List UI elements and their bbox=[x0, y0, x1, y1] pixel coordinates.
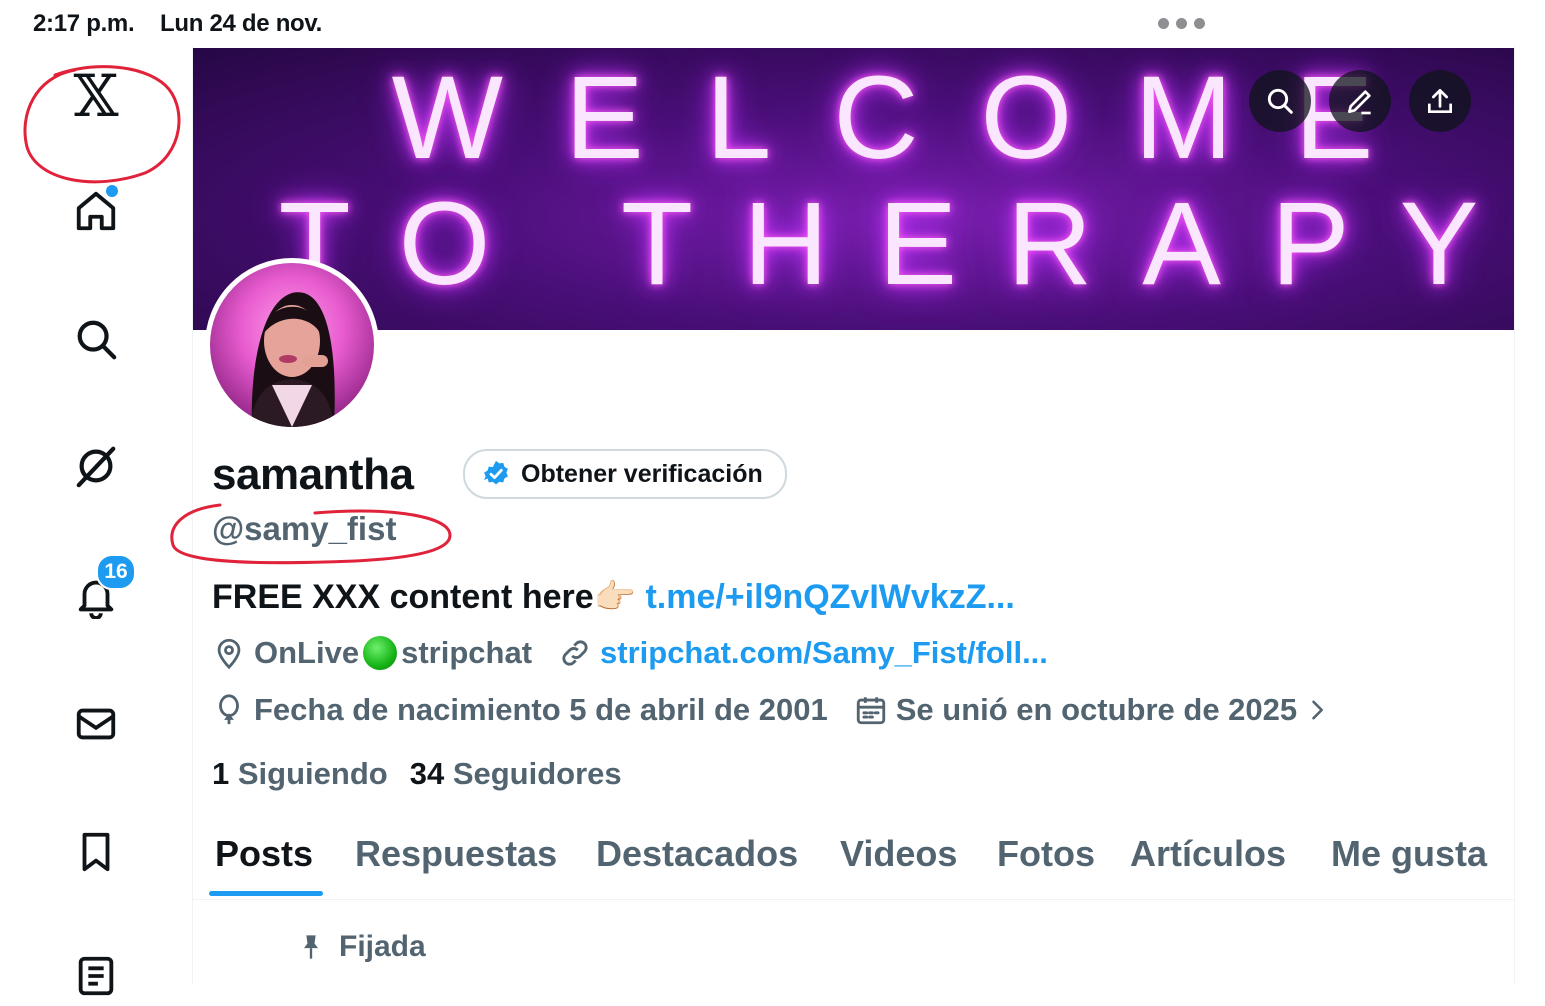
tab-photos[interactable]: Fotos bbox=[997, 833, 1095, 875]
status-time: 2:17 p.m. bbox=[33, 10, 135, 37]
followers-label: Seguidores bbox=[452, 756, 622, 791]
tab-replies[interactable]: Respuestas bbox=[355, 833, 557, 875]
display-name: samantha bbox=[212, 450, 414, 499]
link-icon bbox=[562, 640, 588, 666]
sidebar-item-messages[interactable] bbox=[66, 694, 126, 754]
share-icon bbox=[1428, 89, 1452, 113]
bookmark-icon bbox=[82, 832, 110, 872]
joined-text: Se unió en octubre de 2025 bbox=[895, 692, 1298, 727]
pencil-icon bbox=[1348, 90, 1371, 115]
profile-website: stripchat.com/Samy_Fist/foll... bbox=[558, 635, 1048, 671]
tab-videos[interactable]: Videos bbox=[840, 833, 957, 875]
calendar-icon bbox=[856, 697, 885, 725]
profile-location: OnLive stripchat bbox=[212, 635, 532, 671]
pin-icon bbox=[304, 935, 318, 959]
bio-text: FREE XXX content here👉🏻 bbox=[212, 578, 636, 616]
sidebar-item-bookmarks[interactable] bbox=[66, 822, 126, 882]
website-link[interactable]: stripchat.com/Samy_Fist/foll... bbox=[600, 635, 1048, 671]
balloon-icon bbox=[219, 694, 239, 725]
multitasking-dots[interactable] bbox=[1158, 18, 1205, 29]
status-bar: 2:17 p.m. Lun 24 de nov. bbox=[0, 0, 1545, 46]
profile-avatar[interactable] bbox=[205, 258, 379, 432]
pinned-text: Fijada bbox=[339, 930, 426, 963]
following-link[interactable]: 1 Siguiendo bbox=[212, 756, 388, 792]
x-logo-icon: 𝕏 bbox=[73, 62, 119, 130]
tab-articles[interactable]: Artículos bbox=[1130, 833, 1286, 875]
grok-icon bbox=[76, 446, 116, 488]
profile-birthday: Fecha de nacimiento 5 de abril de 2001 bbox=[212, 692, 828, 728]
pinned-post-label: Fijada bbox=[297, 930, 426, 964]
chevron-right-icon bbox=[1312, 700, 1324, 720]
tab-highlights[interactable]: Destacados bbox=[596, 833, 798, 875]
profile-meta-row-2: Fecha de nacimiento 5 de abril de 2001 S… bbox=[212, 692, 1365, 728]
tab-posts[interactable]: Posts bbox=[215, 833, 313, 875]
profile-column: WELCOME TO THERAPY samantha Obtener veri… bbox=[192, 46, 1515, 984]
unread-dot bbox=[104, 183, 120, 199]
banner-text-line-2: TO THERAPY bbox=[278, 178, 1514, 310]
profile-handle: @samy_fist bbox=[212, 510, 397, 547]
sidebar-item-home[interactable] bbox=[66, 181, 126, 241]
profile-tabs: Posts Respuestas Destacados Videos Fotos… bbox=[193, 821, 1514, 900]
sidebar-item-notifications[interactable]: 16 bbox=[66, 554, 136, 626]
banner-text-line-1: WELCOME bbox=[391, 52, 1436, 184]
sidebar-item-lists[interactable] bbox=[66, 946, 126, 1006]
search-icon bbox=[1267, 88, 1293, 114]
notification-count-badge: 16 bbox=[96, 554, 136, 590]
verified-badge-icon bbox=[484, 460, 508, 485]
following-count: 1 bbox=[212, 756, 230, 791]
birthday-text: Fecha de nacimiento 5 de abril de 2001 bbox=[254, 692, 828, 727]
get-verified-label: Obtener verificación bbox=[521, 459, 763, 488]
get-verified-button[interactable]: Obtener verificación bbox=[463, 449, 787, 499]
bio-link[interactable]: t.me/+il9nQZvIWvkzZ... bbox=[645, 578, 1014, 616]
banner-search-button[interactable] bbox=[1249, 70, 1311, 132]
followers-count: 34 bbox=[409, 756, 445, 791]
following-label: Siguiendo bbox=[237, 756, 388, 791]
profile-meta-row-1: OnLive stripchat stripchat.com/Samy_Fist… bbox=[212, 635, 1074, 671]
location-pin-icon bbox=[217, 638, 241, 670]
active-tab-indicator bbox=[209, 891, 323, 896]
tab-likes[interactable]: Me gusta bbox=[1331, 833, 1487, 875]
status-date: Lun 24 de nov. bbox=[160, 10, 323, 37]
location-text-end: stripchat bbox=[401, 635, 533, 670]
green-circle-icon bbox=[363, 636, 398, 670]
avatar-portrait bbox=[250, 292, 335, 427]
profile-bio: FREE XXX content here👉🏻 t.me/+il9nQZvIWv… bbox=[212, 577, 1015, 617]
share-profile-button[interactable] bbox=[1409, 70, 1471, 132]
edit-profile-button[interactable] bbox=[1329, 70, 1391, 132]
search-icon bbox=[77, 320, 117, 360]
x-logo-button[interactable]: 𝕏 bbox=[66, 66, 126, 126]
sidebar-item-explore[interactable] bbox=[66, 309, 126, 369]
profile-banner[interactable]: WELCOME TO THERAPY bbox=[193, 48, 1514, 330]
followers-link[interactable]: 34 Seguidores bbox=[410, 756, 622, 792]
sidebar-nav: 𝕏 16 bbox=[0, 46, 192, 996]
list-icon bbox=[78, 956, 114, 996]
sidebar-item-grok[interactable] bbox=[66, 436, 126, 496]
follow-stats: 1 Siguiendo 34 Seguidores bbox=[212, 756, 622, 792]
location-text-start: OnLive bbox=[254, 635, 360, 670]
mail-icon bbox=[76, 708, 116, 740]
profile-joined[interactable]: Se unió en octubre de 2025 bbox=[854, 692, 1339, 728]
